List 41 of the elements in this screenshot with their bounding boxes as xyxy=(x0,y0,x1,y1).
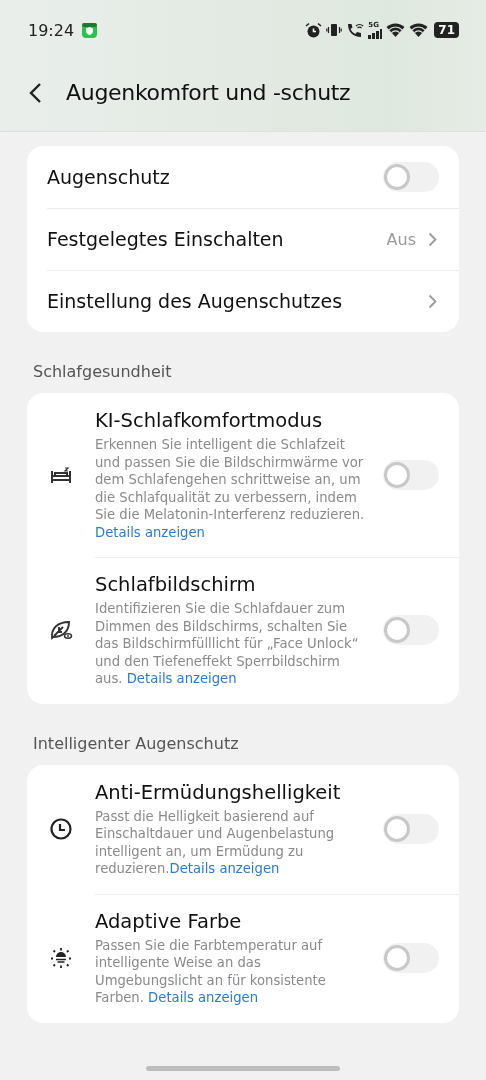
setting-title: Anti-Ermüdungshelligkeit xyxy=(95,780,342,804)
setting-description: Erkennen Sie intelligent die Schlafzeit und passen Sie die Bildschirmwärme vor dem Schlafengehen schrittweise an, um die Schlafqualität zu verbessern, indem Sie die Melatonin-Interferenz reduzieren. Details anzeigen xyxy=(95,436,366,541)
page-title: Augenkomfort und -schutz xyxy=(66,80,351,105)
setting-title: KI-Schlafkomfortmodus xyxy=(95,409,324,432)
section-header: Intelligenter Augenschutz xyxy=(32,732,240,753)
settings-row[interactable]: Augenschutz xyxy=(27,146,459,208)
toggle-switch[interactable] xyxy=(383,943,439,973)
toggle-switch[interactable] xyxy=(383,615,439,646)
setting-title: Schlafbildschirm xyxy=(95,573,257,596)
shield-icon xyxy=(82,22,98,38)
wifi-call-icon xyxy=(346,21,365,39)
setting-description: Identifizieren Sie die Schlafdauer zum Dimmen des Bildschirms, schalten Sie das Bildschirmfülllicht für „Face Unlock“ und den Tiefeneffekt Sperrbildschirm aus. Details anzeigen xyxy=(95,600,360,688)
details-link[interactable]: Details anzeigen xyxy=(126,671,237,686)
vibrate-icon xyxy=(326,22,343,38)
chevron-icon xyxy=(428,293,437,309)
wifi-icon xyxy=(386,22,406,38)
setting-description: Passen Sie die Farbtemperatur auf intelligente Weise an das Umgebungslicht an für konsistente Farben. Details anzeigen xyxy=(95,936,327,1007)
wifi-icon xyxy=(409,22,429,38)
setting-value: Aus xyxy=(386,229,416,249)
chevron-icon xyxy=(428,231,437,247)
battery-indicator: 71 xyxy=(434,22,459,38)
setting-description: Passt die Helligkeit basierend auf Einschaltdauer und Augenbelastung intelligent an, um Ermüdung zu reduzieren.Details anzeigen xyxy=(95,807,336,878)
setting-label: Augenschutz xyxy=(47,166,171,188)
section-header: Schlafgesundheit xyxy=(32,361,173,381)
setting-label: Einstellung des Augenschutzes xyxy=(47,290,344,312)
setting-label: Festgelegtes Einschalten xyxy=(47,228,285,250)
toggle-switch[interactable] xyxy=(383,814,439,844)
status-time: 19:24 xyxy=(28,20,75,40)
settings-row[interactable]: Festgelegtes Einschalten Aus xyxy=(27,208,459,270)
details-link[interactable]: Details anzeigen xyxy=(95,524,205,540)
alarm-icon xyxy=(305,21,323,39)
signal-icon xyxy=(368,28,383,39)
clock-icon xyxy=(49,817,73,841)
sun-icon xyxy=(49,946,73,970)
details-link[interactable]: Details anzeigen xyxy=(148,990,258,1005)
setting-title: Adaptive Farbe xyxy=(95,909,243,933)
toggle-switch[interactable] xyxy=(383,460,439,490)
settings-row[interactable]: Einstellung des Augenschutzes xyxy=(27,270,459,332)
details-link[interactable]: Details anzeigen xyxy=(169,861,280,876)
leaf-icon xyxy=(49,618,73,643)
toggle-switch[interactable] xyxy=(383,162,439,192)
